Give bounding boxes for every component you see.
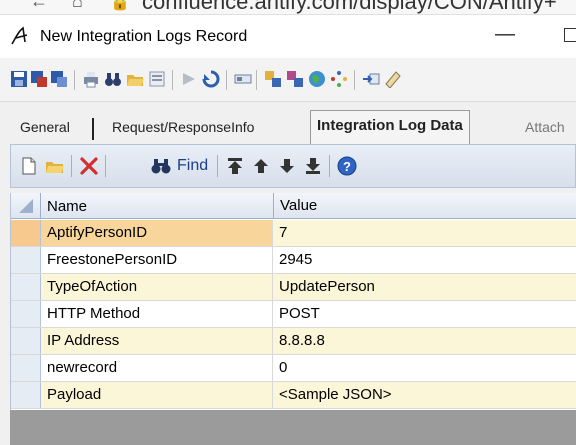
tab-integration-log-data[interactable]: Integration Log Data <box>310 110 470 145</box>
find-binoculars-icon[interactable] <box>151 156 171 176</box>
cell-name[interactable]: Payload <box>41 382 273 408</box>
lock-icon: 🔒 <box>110 0 130 11</box>
cell-name[interactable]: newrecord <box>41 355 273 381</box>
toolbar-separator <box>217 155 218 177</box>
table-row[interactable]: FreestonePersonID 2945 <box>11 247 576 274</box>
move-down-icon[interactable] <box>277 156 297 176</box>
open-folder-icon[interactable] <box>45 156 65 176</box>
table-row[interactable]: AptifyPersonID 7 <box>11 220 576 247</box>
tab-attachments[interactable]: Attach <box>525 112 565 144</box>
print-icon[interactable] <box>82 70 100 88</box>
row-selector[interactable] <box>11 382 41 408</box>
corner-triangle-icon <box>19 199 33 213</box>
row-selector[interactable] <box>11 328 41 354</box>
grid-header: Name Value <box>11 193 576 219</box>
table-row[interactable]: IP Address 8.8.8.8 <box>11 328 576 355</box>
globe-icon[interactable] <box>308 70 326 88</box>
toolbar-separator <box>105 155 106 177</box>
row-selector[interactable] <box>11 355 41 381</box>
save-close-icon[interactable] <box>30 70 48 88</box>
cell-value[interactable]: 8.8.8.8 <box>273 328 576 354</box>
delete-icon[interactable] <box>79 156 99 176</box>
column-header-value[interactable]: Value <box>273 193 317 219</box>
record-tabs: General Request/ResponseInfo Integration… <box>0 102 576 145</box>
cell-value[interactable]: UpdatePerson <box>273 274 576 300</box>
table-row[interactable]: HTTP Method POST <box>11 301 576 328</box>
notes-icon[interactable] <box>384 70 402 88</box>
save-icon[interactable] <box>10 70 28 88</box>
row-selector[interactable] <box>11 301 41 327</box>
toolbar-separator <box>172 70 173 90</box>
new-document-icon[interactable] <box>19 156 39 176</box>
find-button[interactable]: Find <box>177 157 208 175</box>
maximize-button[interactable] <box>564 28 576 42</box>
hierarchy-icon[interactable] <box>286 70 304 88</box>
move-bottom-icon[interactable] <box>303 156 323 176</box>
import-icon[interactable] <box>362 70 380 88</box>
tab-general[interactable]: General <box>20 112 70 144</box>
select-all-corner[interactable] <box>11 193 41 219</box>
toolbar-separator <box>74 70 75 90</box>
row-selector[interactable] <box>11 247 41 273</box>
grid-toolbar: Find ? <box>10 144 576 188</box>
app-logo-icon <box>11 26 28 45</box>
move-top-icon[interactable] <box>225 156 245 176</box>
toolbar-separator <box>226 70 227 90</box>
find-binoculars-icon[interactable] <box>104 70 122 88</box>
loading-icon[interactable] <box>330 70 348 88</box>
toolbar-separator <box>354 70 355 90</box>
svg-text:?: ? <box>343 159 351 174</box>
browser-url[interactable]: confluence.antify.com/display/CON/Antify… <box>142 0 557 14</box>
toolbar-separator <box>329 155 330 177</box>
grid-empty-area <box>10 410 576 445</box>
toolbar-separator <box>256 70 257 90</box>
cell-name[interactable]: AptifyPersonID <box>41 220 273 246</box>
form-view-icon[interactable] <box>148 70 166 88</box>
tab-request-response-info[interactable]: Request/ResponseInfo <box>112 112 254 144</box>
window-titlebar: New Integration Logs Record — <box>0 14 576 58</box>
cell-name[interactable]: IP Address <box>41 328 273 354</box>
integration-log-grid: Name Value AptifyPersonID 7 FreestonePer… <box>10 193 576 410</box>
cell-value[interactable]: 7 <box>273 220 576 246</box>
table-row[interactable]: Payload <Sample JSON> <box>11 382 576 409</box>
cell-value[interactable]: 0 <box>273 355 576 381</box>
table-row[interactable]: TypeOfAction UpdatePerson <box>11 274 576 301</box>
row-selector[interactable] <box>11 220 41 246</box>
cell-value[interactable]: <Sample JSON> <box>273 382 576 408</box>
minimize-button[interactable]: — <box>495 23 515 46</box>
browser-address-strip: ← ⌂ 🔒 confluence.antify.com/display/CON/… <box>0 0 576 14</box>
toolbar-separator <box>71 155 72 177</box>
open-folder-icon[interactable] <box>126 70 144 88</box>
save-new-icon[interactable] <box>50 70 68 88</box>
layout-icon[interactable] <box>234 70 252 88</box>
help-icon[interactable]: ? <box>337 156 357 176</box>
window-title: New Integration Logs Record <box>40 28 248 45</box>
row-selector[interactable] <box>11 274 41 300</box>
workflow-icon[interactable] <box>264 70 282 88</box>
attach-icon[interactable] <box>180 70 198 88</box>
cell-value[interactable]: 2945 <box>273 247 576 273</box>
tab-divider <box>92 118 94 140</box>
cell-value[interactable]: POST <box>273 301 576 327</box>
browser-home-icon[interactable]: ⌂ <box>72 0 83 12</box>
column-header-name[interactable]: Name <box>47 198 87 215</box>
refresh-icon[interactable] <box>202 70 220 88</box>
table-row[interactable]: newrecord 0 <box>11 355 576 382</box>
cell-name[interactable]: HTTP Method <box>41 301 273 327</box>
cell-name[interactable]: TypeOfAction <box>41 274 273 300</box>
browser-back-icon[interactable]: ← <box>30 0 48 12</box>
cell-name[interactable]: FreestonePersonID <box>41 247 273 273</box>
main-toolbar <box>0 58 576 102</box>
move-up-icon[interactable] <box>251 156 271 176</box>
